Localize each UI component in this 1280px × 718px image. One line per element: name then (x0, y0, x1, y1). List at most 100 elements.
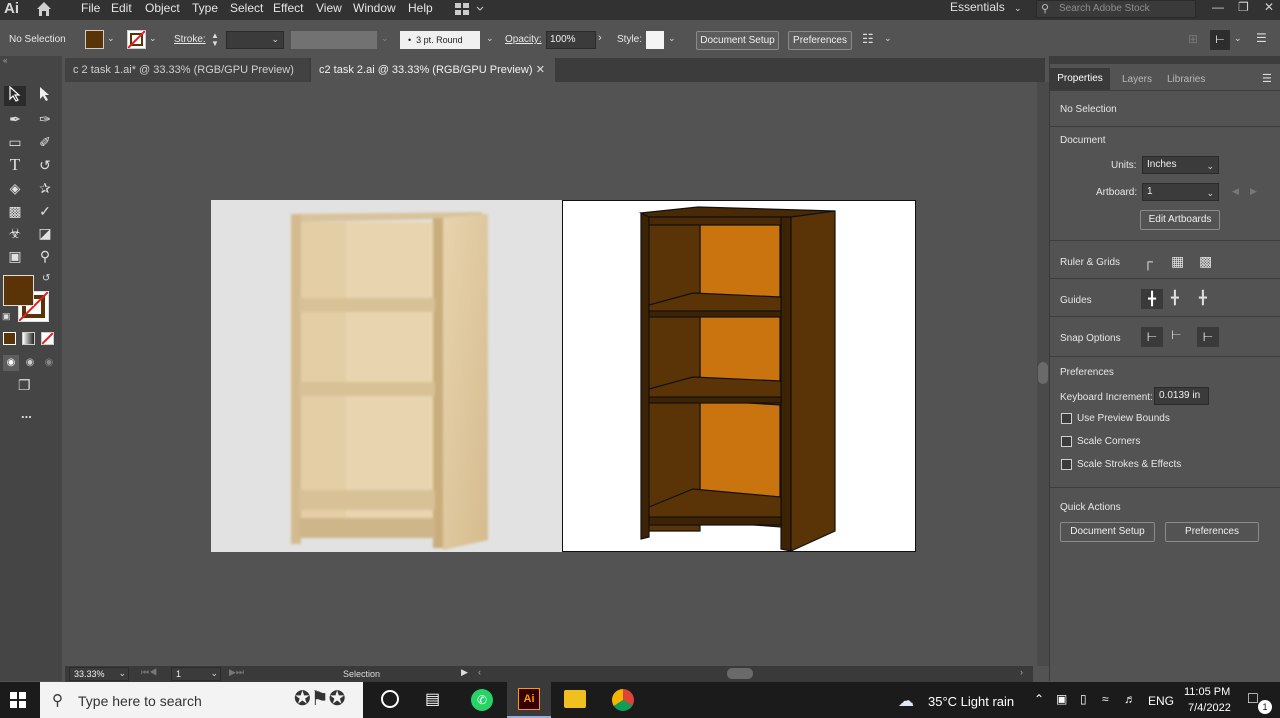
arrange-chevron-icon[interactable]: ⌄ (884, 33, 892, 44)
style-chevron-icon[interactable]: ⌄ (668, 33, 676, 44)
opacity-field[interactable]: 100% (546, 31, 596, 49)
profile-chevron-icon[interactable]: ⌄ (381, 33, 389, 44)
type-tool-icon[interactable]: T (4, 155, 26, 175)
fill-swatch[interactable] (85, 30, 104, 49)
clock-time[interactable]: 11:05 PM (1184, 686, 1230, 698)
menu-file[interactable]: File (81, 1, 100, 15)
windows-start-icon[interactable] (10, 692, 26, 711)
lock-guides-icon[interactable]: ╋ (1171, 290, 1179, 306)
eyedropper-tool-icon[interactable]: ✓ (34, 201, 56, 221)
menu-effect[interactable]: Effect (273, 1, 303, 15)
panel-menu-icon[interactable]: ☰ (1262, 72, 1272, 85)
stock-search-input[interactable]: ⚲ Search Adobe Stock (1036, 0, 1196, 18)
opacity-label[interactable]: Opacity: (505, 34, 542, 45)
default-fill-stroke-icon[interactable]: ▣ (2, 311, 11, 322)
direct-selection-tool-icon[interactable] (34, 86, 56, 106)
edit-artboards-button[interactable]: Edit Artboards (1140, 210, 1220, 230)
edit-toolbar-icon[interactable]: ... (21, 406, 32, 421)
minimize-icon[interactable]: — (1212, 0, 1224, 14)
volume-icon[interactable]: ♬ (1124, 692, 1136, 706)
arrange-icon[interactable]: ☷ (862, 31, 874, 47)
notifications-icon[interactable]: □ (1248, 690, 1258, 708)
chrome-icon[interactable] (612, 689, 634, 711)
restore-icon[interactable]: ❐ (1238, 0, 1249, 14)
tab-document-1[interactable]: c 2 task 1.ai* @ 33.33% (RGB/GPU Preview… (65, 58, 309, 82)
opacity-arrow-icon[interactable]: › (598, 32, 602, 44)
snap-chevron-icon[interactable]: ⌄ (1234, 33, 1242, 44)
fill-color-swatch[interactable] (3, 275, 34, 306)
tab-libraries[interactable]: Libraries (1167, 74, 1205, 85)
tab-document-2[interactable]: c2 task 2.ai @ 33.33% (RGB/GPU Preview) … (311, 58, 555, 82)
rotate-tool-icon[interactable]: ↺ (34, 155, 56, 175)
pen-tool-icon[interactable]: ✒ (4, 109, 26, 129)
selection-tool-icon[interactable] (4, 85, 26, 106)
artboard-number-field[interactable]: 1 ⌄ (171, 667, 221, 681)
color-mode-icon[interactable] (3, 332, 16, 345)
last-artboard-icon[interactable]: ▶⏭ (229, 667, 244, 678)
whatsapp-icon[interactable]: ✆ (471, 689, 493, 711)
rectangle-tool-icon[interactable]: ▭ (4, 132, 26, 152)
draw-inside-icon[interactable]: ◉ (41, 355, 57, 371)
next-artboard-icon[interactable]: ▶ (1250, 186, 1257, 197)
snap-to-pixel-icon[interactable]: ⊢ (1197, 327, 1219, 347)
units-select[interactable]: Inches ⌄ (1142, 156, 1219, 174)
wifi-icon[interactable]: ≈ (1102, 692, 1109, 706)
arrange-documents-icon[interactable] (455, 2, 487, 16)
home-icon[interactable] (35, 0, 53, 18)
blend-tool-icon[interactable]: ☣ (4, 223, 26, 243)
task-view-icon[interactable] (381, 690, 399, 708)
scale-strokes-checkbox[interactable] (1061, 459, 1072, 470)
curvature-tool-icon[interactable]: ✑ (34, 109, 56, 129)
screen-mode-icon[interactable]: ❐ (18, 377, 31, 394)
preferences-button[interactable]: Preferences (1165, 522, 1259, 542)
tab-layers[interactable]: Layers (1122, 74, 1152, 85)
meet-now-icon[interactable]: ▣ (1056, 692, 1067, 706)
keyboard-increment-field[interactable]: 0.0139 in (1154, 387, 1209, 405)
lasso-tool-icon[interactable]: ✰ (34, 178, 56, 198)
preferences-button[interactable]: Preferences (788, 31, 852, 50)
variable-width-profile[interactable] (291, 31, 377, 49)
reference-image[interactable] (211, 200, 563, 552)
gradient-tool-icon[interactable]: ▩ (4, 201, 26, 221)
collapse-panel-icon[interactable]: « (0, 56, 62, 65)
clock-date[interactable]: 7/4/2022 (1188, 702, 1231, 714)
artboard-drawing[interactable] (562, 200, 916, 552)
stroke-label[interactable]: Stroke: (174, 34, 206, 45)
stroke-chevron-icon[interactable]: ⌄ (149, 33, 157, 44)
smart-guides-icon[interactable]: ╋ (1199, 290, 1207, 306)
snap-to-pixel-icon[interactable]: ⊢ (1210, 30, 1230, 50)
menu-object[interactable]: Object (145, 1, 180, 15)
transparency-grid-icon[interactable]: ▩ (1199, 253, 1212, 270)
taskbar-search-input[interactable]: ⚲ Type here to search ✪⚑✪ (40, 682, 363, 718)
menu-view[interactable]: View (316, 1, 342, 15)
snap-to-grid-icon[interactable]: ⊢ (1171, 328, 1181, 342)
swap-fill-stroke-icon[interactable]: ↺ (42, 273, 50, 284)
file-explorer-icon[interactable] (564, 690, 586, 708)
previous-artboard-icon[interactable]: ◀ (1232, 186, 1239, 197)
rulers-icon[interactable]: ┌ (1143, 253, 1153, 269)
menu-select[interactable]: Select (230, 1, 263, 15)
brush-chevron-icon[interactable]: ⌄ (486, 33, 494, 44)
stroke-weight-stepper-icon[interactable]: ▲ ▼ (211, 32, 219, 48)
brush-definition[interactable]: • 3 pt. Round (400, 31, 480, 49)
panel-menu-icon[interactable]: ☰ (1256, 31, 1267, 45)
eraser-tool-icon[interactable]: ◈ (4, 178, 26, 198)
language-indicator[interactable]: ENG (1148, 694, 1174, 708)
horizontal-scroll-thumb[interactable] (727, 668, 753, 679)
snap-to-point-icon[interactable]: ⊢ (1141, 327, 1163, 347)
zoom-field[interactable]: 33.33% ⌄ (69, 667, 129, 681)
zoom-tool-icon[interactable]: ⚲ (34, 246, 56, 266)
stroke-swatch[interactable] (127, 30, 146, 49)
scroll-right-icon[interactable]: › (1020, 667, 1023, 677)
grid-icon[interactable]: ▦ (1171, 253, 1184, 270)
canvas-area[interactable] (65, 82, 1049, 666)
paintbrush-tool-icon[interactable]: ✐ (34, 132, 56, 152)
weather-text[interactable]: 35°C Light rain (928, 694, 1014, 709)
stroke-weight-field[interactable]: ⌄ (226, 31, 284, 49)
graphic-style-swatch[interactable] (646, 31, 664, 49)
menu-type[interactable]: Type (192, 1, 218, 15)
battery-icon[interactable]: ▯ (1080, 692, 1087, 706)
widgets-icon[interactable]: ▤ (425, 689, 440, 709)
artboard-select[interactable]: 1 ⌄ (1142, 183, 1219, 201)
menu-help[interactable]: Help (408, 1, 433, 15)
